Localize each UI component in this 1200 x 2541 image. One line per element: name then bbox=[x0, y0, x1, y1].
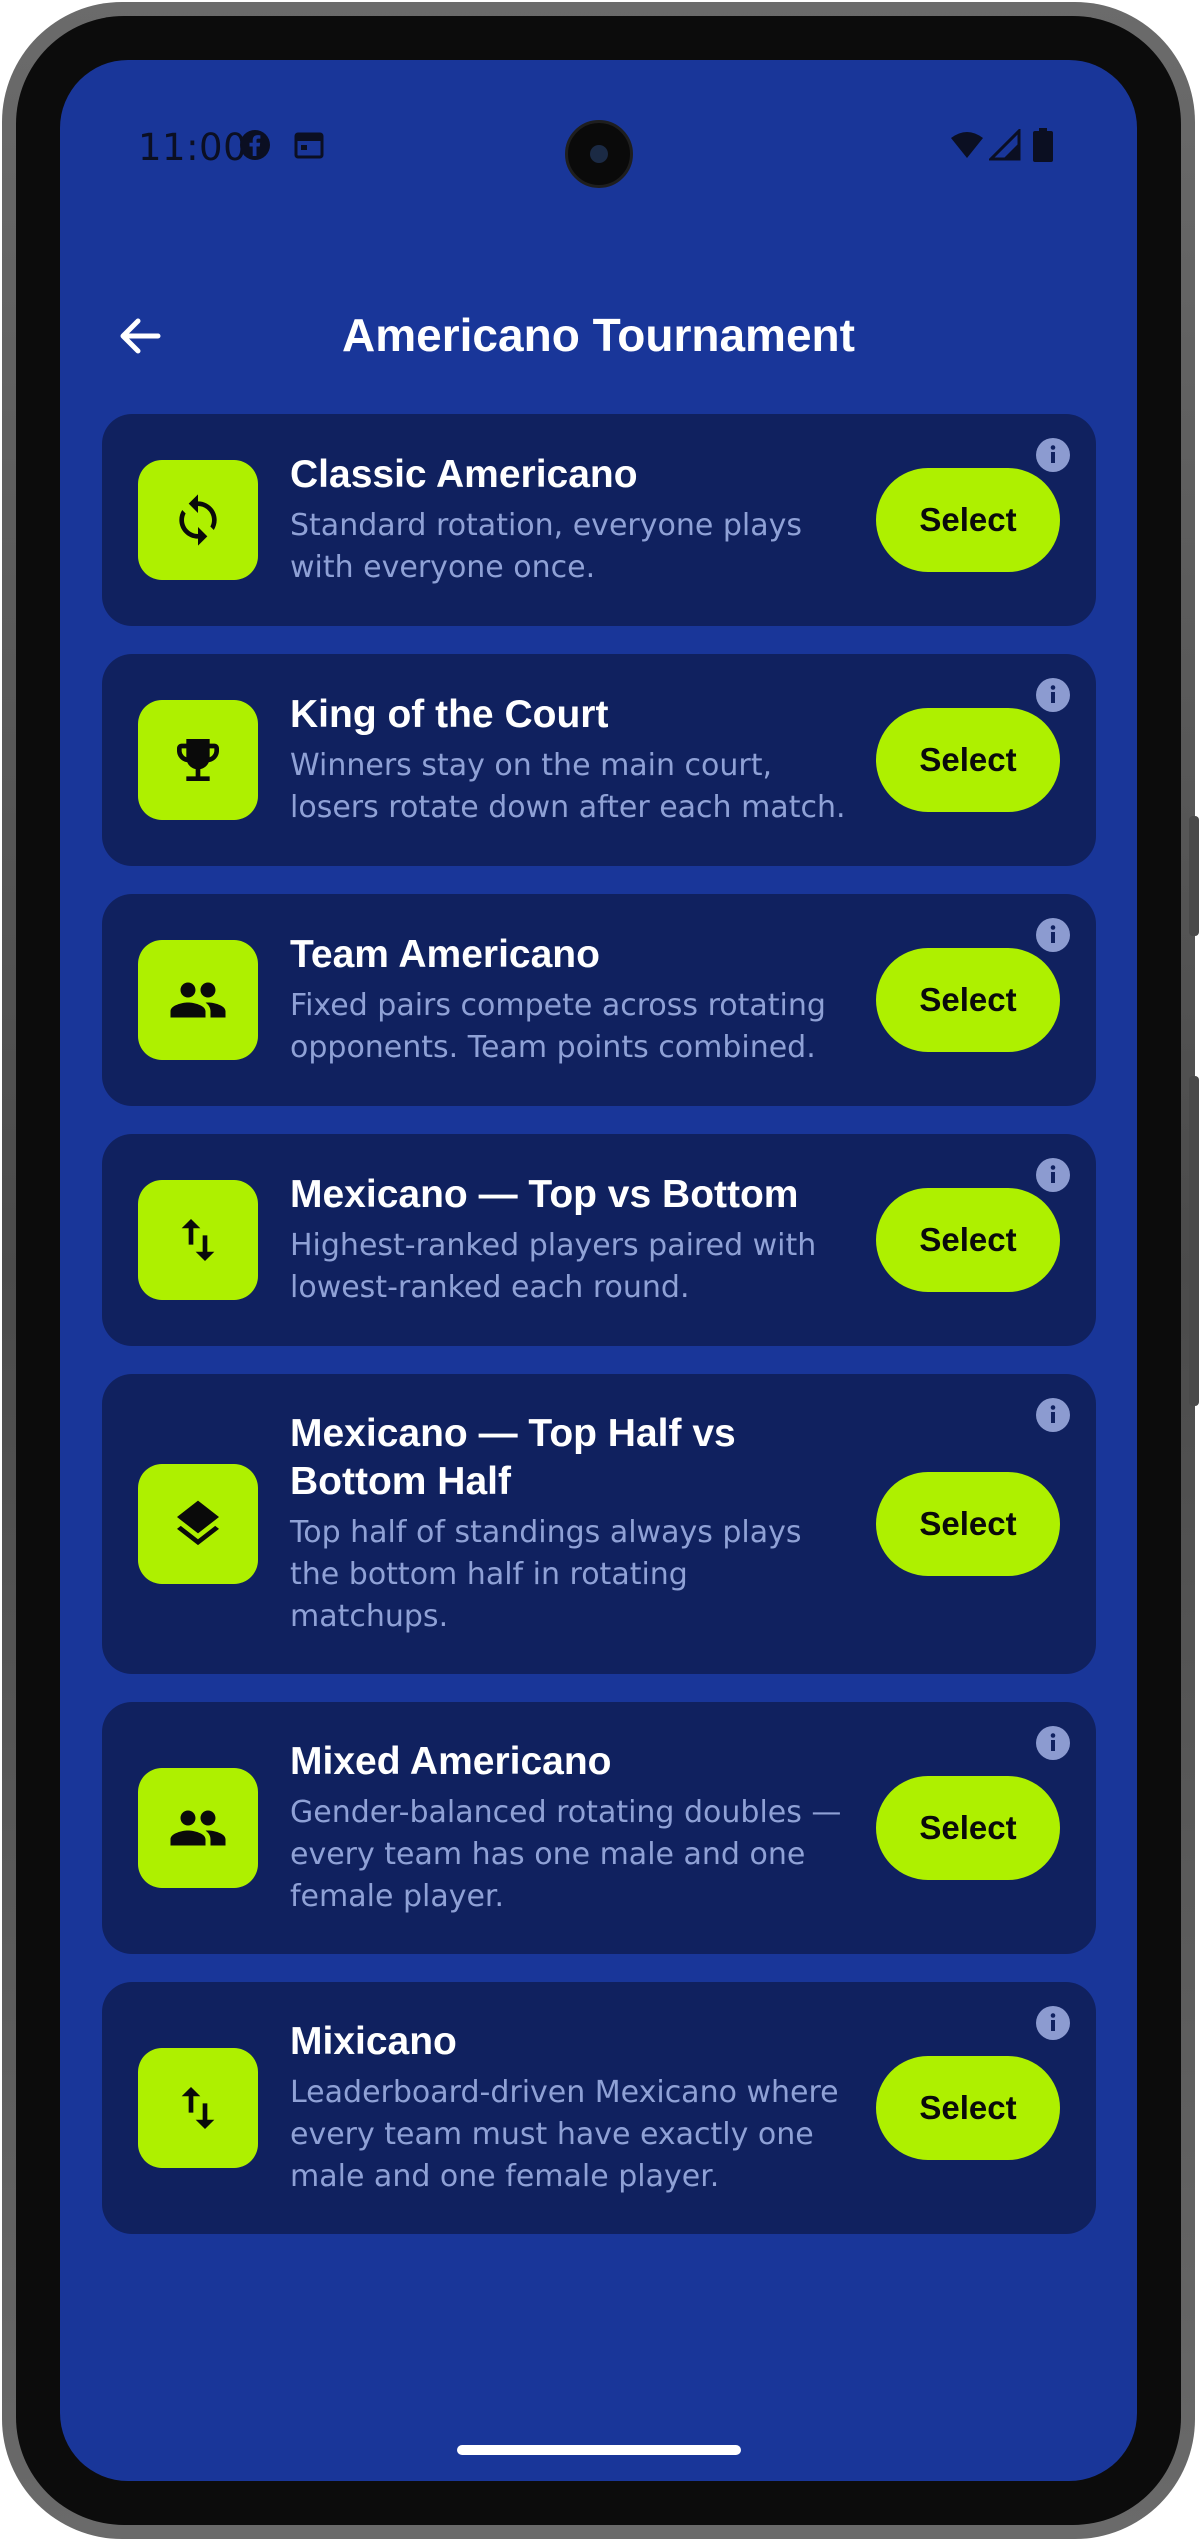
format-description: Standard rotation, everyone plays with e… bbox=[290, 508, 802, 585]
format-title: Team Americano bbox=[290, 933, 600, 976]
format-list: Classic Americano Standard rotation, eve… bbox=[102, 414, 1096, 2234]
status-time: 11:00 bbox=[138, 126, 248, 169]
page-title: Americano Tournament bbox=[342, 309, 855, 361]
layers-icon bbox=[138, 1464, 258, 1584]
info-icon[interactable] bbox=[1036, 1726, 1070, 1760]
rotate-icon bbox=[138, 460, 258, 580]
info-icon[interactable] bbox=[1036, 438, 1070, 472]
info-icon[interactable] bbox=[1036, 918, 1070, 952]
format-title: Mexicano — Top Half vs Bottom Half bbox=[290, 1412, 736, 1503]
format-text: Team Americano Fixed pairs compete acros… bbox=[290, 931, 852, 1069]
facebook-icon bbox=[238, 128, 272, 162]
format-card-mixed-americano: Mixed Americano Gender-balanced rotating… bbox=[102, 1702, 1096, 1954]
swap-vertical-icon bbox=[138, 1180, 258, 1300]
format-title: King of the Court bbox=[290, 693, 609, 736]
format-title: Mexicano — Top vs Bottom bbox=[290, 1173, 799, 1216]
power-button bbox=[1189, 816, 1199, 936]
volume-button bbox=[1189, 1076, 1199, 1406]
trophy-icon bbox=[138, 700, 258, 820]
phone-frame: 11:00 Americano Tournament Classic Ameri… bbox=[2, 2, 1199, 2539]
format-description: Top half of standings always plays the b… bbox=[290, 1515, 802, 1634]
select-button[interactable]: Select bbox=[876, 948, 1060, 1052]
format-card-mexicano-top-half-vs-bottom-half: Mexicano — Top Half vs Bottom Half Top h… bbox=[102, 1374, 1096, 1674]
people-icon bbox=[138, 1768, 258, 1888]
select-button[interactable]: Select bbox=[876, 468, 1060, 572]
format-description: Leaderboard-driven Mexicano where every … bbox=[290, 2075, 839, 2194]
swap-vertical-icon bbox=[138, 2048, 258, 2168]
calendar-icon bbox=[292, 128, 326, 162]
format-card-team-americano: Team Americano Fixed pairs compete acros… bbox=[102, 894, 1096, 1106]
format-text: King of the Court Winners stay on the ma… bbox=[290, 691, 852, 829]
format-description: Winners stay on the main court, losers r… bbox=[290, 748, 846, 825]
select-button[interactable]: Select bbox=[876, 1188, 1060, 1292]
format-text: Classic Americano Standard rotation, eve… bbox=[290, 451, 852, 589]
format-text: Mixicano Leaderboard-driven Mexicano whe… bbox=[290, 2018, 852, 2198]
info-icon[interactable] bbox=[1036, 1158, 1070, 1192]
info-icon[interactable] bbox=[1036, 1398, 1070, 1432]
format-description: Gender-balanced rotating doubles — every… bbox=[290, 1795, 842, 1914]
format-card-mexicano-top-vs-bottom: Mexicano — Top vs Bottom Highest-ranked … bbox=[102, 1134, 1096, 1346]
people-icon bbox=[138, 940, 258, 1060]
front-camera bbox=[564, 120, 633, 188]
select-button[interactable]: Select bbox=[876, 2056, 1060, 2160]
format-card-mixicano: Mixicano Leaderboard-driven Mexicano whe… bbox=[102, 1982, 1096, 2234]
status-bar: 11:00 bbox=[60, 60, 1137, 210]
home-indicator[interactable] bbox=[456, 2445, 741, 2455]
format-card-classic-americano: Classic Americano Standard rotation, eve… bbox=[102, 414, 1096, 626]
top-app-bar: Americano Tournament bbox=[60, 270, 1137, 400]
select-button[interactable]: Select bbox=[876, 1472, 1060, 1576]
format-title: Mixed Americano bbox=[290, 1740, 612, 1783]
format-card-king-of-the-court: King of the Court Winners stay on the ma… bbox=[102, 654, 1096, 866]
wifi-icon bbox=[950, 128, 984, 162]
format-text: Mexicano — Top vs Bottom Highest-ranked … bbox=[290, 1171, 852, 1309]
select-button[interactable]: Select bbox=[876, 708, 1060, 812]
screen: 11:00 Americano Tournament Classic Ameri… bbox=[60, 60, 1137, 2481]
format-text: Mexicano — Top Half vs Bottom Half Top h… bbox=[290, 1410, 852, 1638]
info-icon[interactable] bbox=[1036, 678, 1070, 712]
info-icon[interactable] bbox=[1036, 2006, 1070, 2040]
phone-bezel: 11:00 Americano Tournament Classic Ameri… bbox=[16, 16, 1199, 2525]
signal-icon bbox=[988, 128, 1022, 162]
format-description: Fixed pairs compete across rotating oppo… bbox=[290, 988, 826, 1065]
format-text: Mixed Americano Gender-balanced rotating… bbox=[290, 1738, 852, 1918]
format-description: Highest-ranked players paired with lowes… bbox=[290, 1228, 817, 1305]
select-button[interactable]: Select bbox=[876, 1776, 1060, 1880]
format-title: Mixicano bbox=[290, 2020, 457, 2063]
format-title: Classic Americano bbox=[290, 453, 638, 496]
battery-icon bbox=[1026, 128, 1060, 162]
